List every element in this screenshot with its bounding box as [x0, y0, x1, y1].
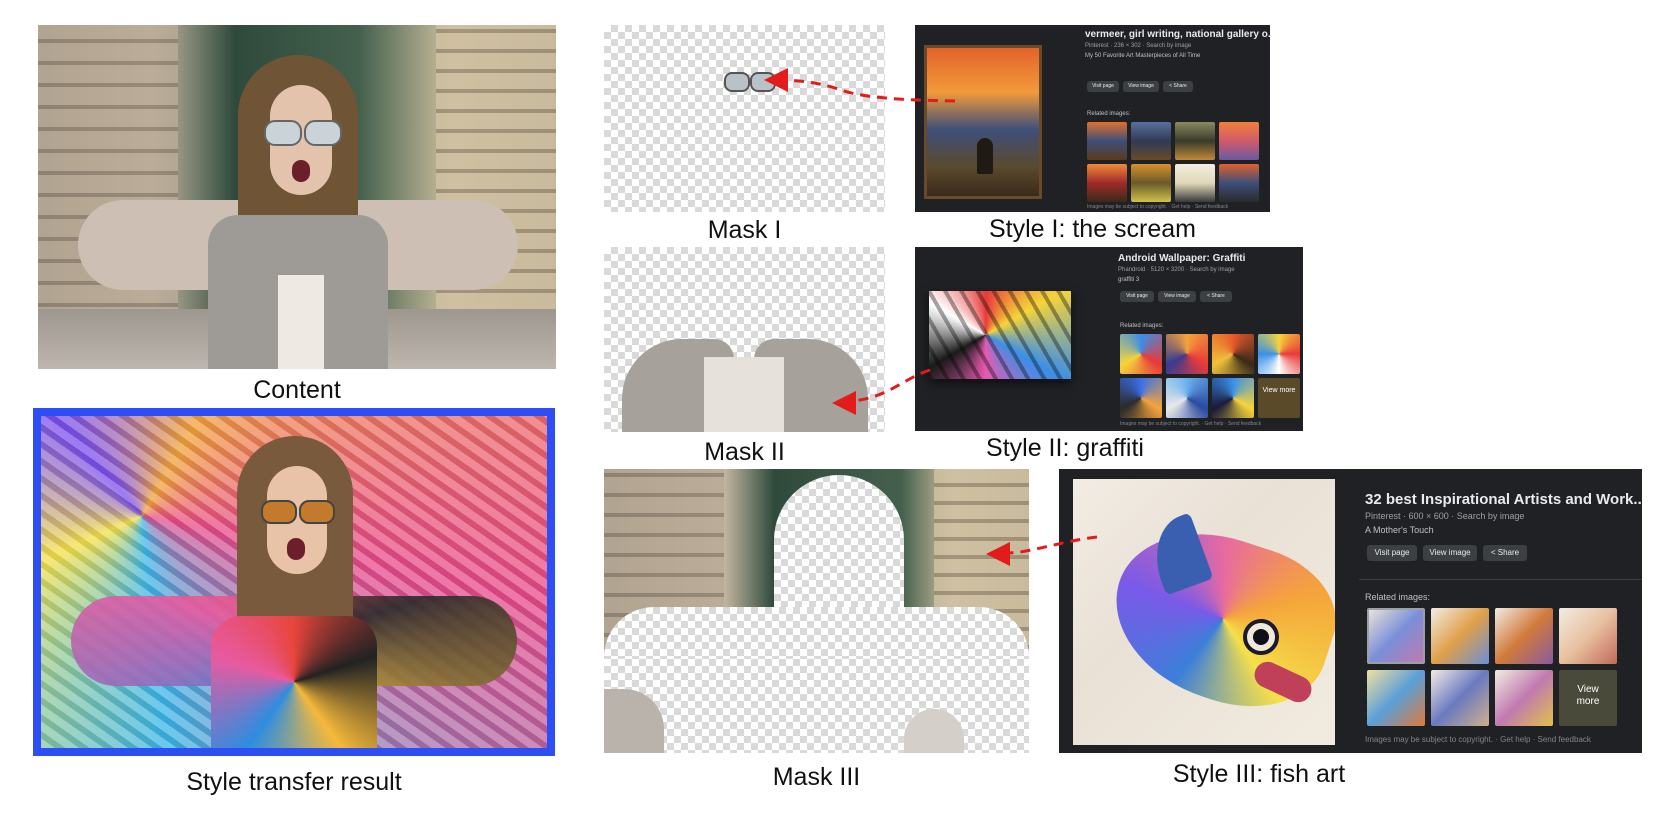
related-thumbnail[interactable]: [1367, 608, 1425, 664]
related-images-label: Related images:: [1087, 111, 1131, 117]
related-thumbnail[interactable]: [1495, 608, 1553, 664]
result-subtitle: graffiti 3: [1118, 277, 1140, 283]
related-thumbnail[interactable]: [1087, 164, 1127, 202]
related-thumbnail[interactable]: [1131, 122, 1171, 160]
copyright-footer: Images may be subject to copyright. · Ge…: [1087, 204, 1229, 210]
content-caption: Content: [253, 376, 341, 404]
view-image-button[interactable]: View image: [1423, 545, 1477, 561]
mask-2-image: [604, 247, 885, 432]
result-title[interactable]: 32 best Inspirational Artists and Work..…: [1365, 491, 1642, 508]
related-thumbnail[interactable]: [1120, 334, 1162, 374]
related-thumbnail[interactable]: [1166, 334, 1208, 374]
copyright-footer: Images may be subject to copyright. · Ge…: [1120, 421, 1262, 427]
share-label: Share: [1173, 83, 1187, 89]
share-label: Share: [1497, 548, 1520, 557]
style-3-search-panel: 32 best Inspirational Artists and Work..…: [1059, 469, 1642, 753]
view-image-button[interactable]: View image: [1123, 81, 1159, 92]
related-thumbnail[interactable]: [1258, 334, 1300, 374]
related-images-label: Related images:: [1365, 592, 1431, 602]
graffiti-image[interactable]: [929, 291, 1071, 379]
related-thumbnail[interactable]: [1431, 608, 1489, 664]
related-thumbnail[interactable]: [1431, 670, 1489, 726]
mask-3-image: [604, 469, 1029, 753]
mask-1-caption: Mask I: [707, 216, 782, 244]
share-label: Share: [1211, 293, 1225, 299]
related-thumbnail[interactable]: [1131, 164, 1171, 202]
share-button[interactable]: < Share: [1200, 291, 1232, 302]
related-thumbnail[interactable]: [1212, 378, 1254, 418]
scream-painting[interactable]: [924, 45, 1042, 199]
result-title[interactable]: Android Wallpaper: Graffiti: [1118, 253, 1245, 264]
result-meta: Pinterest · 600 × 600 · Search by image: [1365, 511, 1525, 521]
related-thumbnail[interactable]: [1219, 122, 1259, 160]
fish-painting[interactable]: [1073, 479, 1335, 745]
style-1-search-panel: vermeer, girl writing, national gallery …: [915, 25, 1270, 212]
style-3-caption: Style III: fish art: [1172, 760, 1346, 788]
visit-page-button[interactable]: Visit page: [1367, 545, 1417, 561]
visit-page-button[interactable]: Visit page: [1120, 291, 1154, 302]
related-thumbnail[interactable]: [1367, 670, 1425, 726]
related-thumbnail[interactable]: [1175, 122, 1215, 160]
result-subtitle: A Mother's Touch: [1365, 525, 1434, 535]
result-image: [41, 416, 547, 748]
mask-1-image: [604, 25, 885, 212]
style-1-caption: Style I: the scream: [988, 215, 1197, 243]
view-more-thumbnail[interactable]: View more: [1258, 378, 1300, 418]
result-subtitle: My 50 Favorite Art Masterpieces of All T…: [1085, 53, 1201, 59]
divider: [1359, 579, 1642, 580]
view-more-label: View more: [1262, 387, 1296, 394]
share-icon: <: [1490, 548, 1498, 557]
result-meta: Phandroid · 5120 × 3200 · Search by imag…: [1118, 267, 1235, 273]
related-thumbnail[interactable]: [1495, 670, 1553, 726]
related-thumbnail[interactable]: [1559, 608, 1617, 664]
share-button[interactable]: < Share: [1483, 545, 1527, 561]
related-thumbnail[interactable]: [1219, 164, 1259, 202]
content-image: [38, 25, 556, 369]
related-thumbnail[interactable]: [1175, 164, 1215, 202]
share-button[interactable]: < Share: [1163, 81, 1193, 92]
mask-3-caption: Mask III: [772, 763, 861, 791]
related-thumbnail[interactable]: [1212, 334, 1254, 374]
related-thumbnail[interactable]: [1166, 378, 1208, 418]
copyright-footer: Images may be subject to copyright. · Ge…: [1365, 735, 1591, 744]
related-thumbnail[interactable]: [1120, 378, 1162, 418]
visit-page-button[interactable]: Visit page: [1087, 81, 1119, 92]
style-2-caption: Style II: graffiti: [986, 434, 1144, 462]
related-thumbnail[interactable]: [1087, 122, 1127, 160]
result-meta: Pinterest · 236 × 302 · Search by image: [1085, 43, 1192, 49]
view-more-label: View more: [1576, 684, 1600, 707]
result-caption: Style transfer result: [186, 768, 402, 796]
view-image-button[interactable]: View image: [1158, 291, 1196, 302]
related-images-label: Related images:: [1120, 323, 1164, 329]
style-2-search-panel: Android Wallpaper: Graffiti Phandroid · …: [915, 247, 1303, 431]
result-title[interactable]: vermeer, girl writing, national gallery …: [1085, 29, 1270, 40]
mask-2-caption: Mask II: [704, 438, 785, 466]
view-more-thumbnail[interactable]: View more: [1559, 670, 1617, 726]
